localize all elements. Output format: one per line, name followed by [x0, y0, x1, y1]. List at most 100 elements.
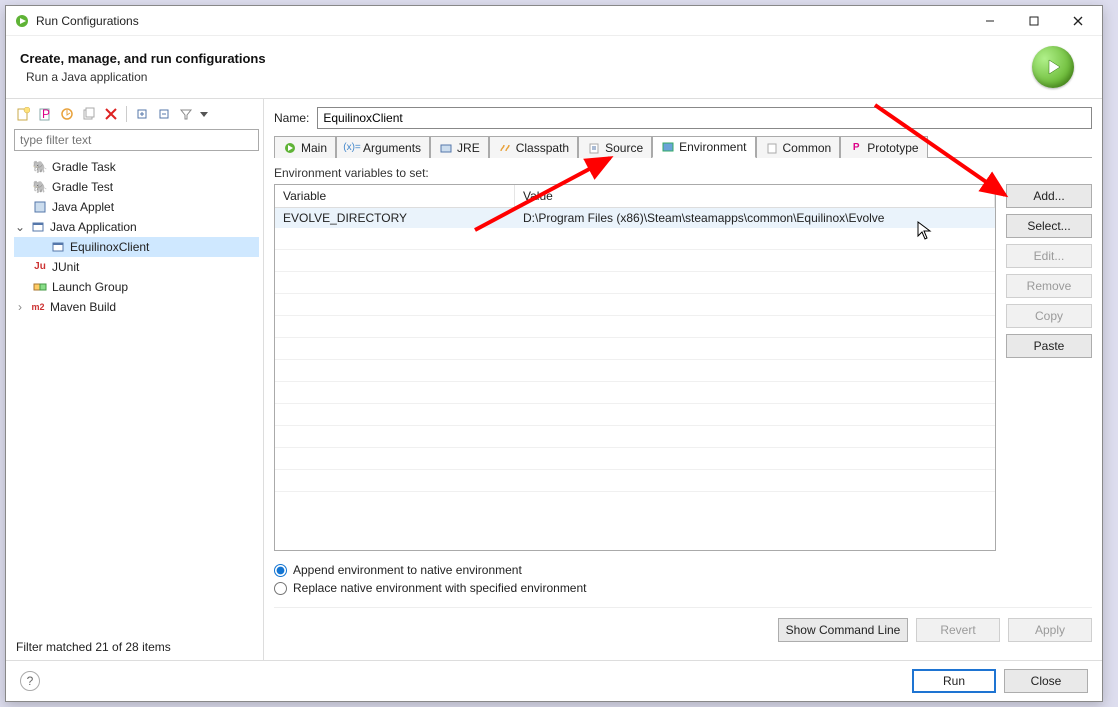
- tree-label: Maven Build: [50, 298, 116, 316]
- env-section-label: Environment variables to set:: [274, 166, 1092, 180]
- filter-dropdown-icon[interactable]: [199, 105, 209, 123]
- env-table[interactable]: Variable Value EVOLVE_DIRECTORY D:\Progr…: [274, 184, 996, 551]
- tab-label: Arguments: [363, 141, 421, 155]
- launch-group-icon: [32, 279, 48, 295]
- duplicate-icon[interactable]: [80, 105, 98, 123]
- dialog-header: Create, manage, and run configurations R…: [6, 36, 1102, 99]
- cell-variable: EVOLVE_DIRECTORY: [275, 208, 515, 228]
- tree-item-java-application[interactable]: ⌄ Java Application: [14, 217, 259, 237]
- tab-label: Source: [605, 141, 643, 155]
- tree-item-java-applet[interactable]: Java Applet: [14, 197, 259, 217]
- select-button[interactable]: Select...: [1006, 214, 1092, 238]
- name-input[interactable]: [317, 107, 1092, 129]
- radio-replace[interactable]: Replace native environment with specifie…: [274, 579, 1092, 597]
- tree-label: Launch Group: [52, 278, 128, 296]
- java-app-icon: [50, 239, 66, 255]
- tab-label: JRE: [457, 141, 480, 155]
- filter-icon[interactable]: [177, 105, 195, 123]
- paste-button[interactable]: Paste: [1006, 334, 1092, 358]
- tab-source[interactable]: Source: [578, 136, 652, 158]
- table-row[interactable]: EVOLVE_DIRECTORY D:\Program Files (x86)\…: [275, 208, 995, 228]
- export-icon[interactable]: [58, 105, 76, 123]
- remove-button[interactable]: Remove: [1006, 274, 1092, 298]
- maximize-button[interactable]: [1012, 6, 1056, 35]
- tree-item-maven[interactable]: ›m2Maven Build: [14, 297, 259, 317]
- radio-append-input[interactable]: [274, 564, 287, 577]
- tab-common[interactable]: Common: [756, 136, 841, 158]
- new-config-icon[interactable]: [14, 105, 32, 123]
- source-icon: [587, 141, 601, 155]
- name-label: Name:: [274, 111, 309, 125]
- show-command-line-button[interactable]: Show Command Line: [778, 618, 908, 642]
- tab-environment[interactable]: Environment: [652, 136, 755, 158]
- new-prototype-icon[interactable]: P: [36, 105, 54, 123]
- gradle-icon: 🐘: [32, 159, 48, 175]
- tab-label: Prototype: [867, 141, 918, 155]
- tree-item-gradle-test[interactable]: 🐘Gradle Test: [14, 177, 259, 197]
- delete-icon[interactable]: [102, 105, 120, 123]
- tree-label: Java Applet: [52, 198, 114, 216]
- separator: [126, 106, 127, 122]
- tree-item-launch-group[interactable]: Launch Group: [14, 277, 259, 297]
- java-app-icon: [30, 219, 46, 235]
- tree-item-equilinox[interactable]: EquilinoxClient: [14, 237, 259, 257]
- filter-status: Filter matched 21 of 28 items: [14, 634, 259, 654]
- svg-text:P: P: [42, 107, 50, 121]
- junit-icon: Ju: [32, 259, 48, 275]
- tab-arguments[interactable]: (x)= Arguments: [336, 136, 430, 158]
- col-header-value[interactable]: Value: [515, 185, 995, 207]
- jre-icon: [439, 141, 453, 155]
- applet-icon: [32, 199, 48, 215]
- maven-icon: m2: [30, 299, 46, 315]
- tab-prototype[interactable]: P Prototype: [840, 136, 927, 158]
- run-config-icon: [14, 13, 30, 29]
- tab-label: Classpath: [516, 141, 569, 155]
- tab-classpath[interactable]: Classpath: [489, 136, 578, 158]
- environment-icon: [661, 140, 675, 154]
- config-tree[interactable]: 🐘Gradle Task 🐘Gradle Test Java Applet ⌄ J…: [14, 155, 259, 634]
- arguments-icon: (x)=: [345, 141, 359, 155]
- run-icon: [283, 141, 297, 155]
- header-title: Create, manage, and run configurations: [20, 51, 1032, 66]
- tab-jre[interactable]: JRE: [430, 136, 489, 158]
- help-button[interactable]: ?: [20, 671, 40, 691]
- radio-label: Append environment to native environment: [293, 563, 522, 577]
- radio-append[interactable]: Append environment to native environment: [274, 561, 1092, 579]
- filter-input[interactable]: [14, 129, 259, 151]
- edit-button[interactable]: Edit...: [1006, 244, 1092, 268]
- run-button[interactable]: Run: [912, 669, 996, 693]
- config-toolbar: P: [14, 103, 259, 127]
- collapse-all-icon[interactable]: [155, 105, 173, 123]
- radio-replace-input[interactable]: [274, 582, 287, 595]
- tab-label: Main: [301, 141, 327, 155]
- close-dialog-button[interactable]: Close: [1004, 669, 1088, 693]
- tab-label: Common: [783, 141, 832, 155]
- tab-label: Environment: [679, 140, 746, 154]
- tree-label: Gradle Test: [52, 178, 113, 196]
- prototype-icon: P: [849, 141, 863, 155]
- window-title: Run Configurations: [36, 14, 968, 28]
- cell-value: D:\Program Files (x86)\Steam\steamapps\c…: [515, 208, 995, 228]
- tree-item-junit[interactable]: JuJUnit: [14, 257, 259, 277]
- classpath-icon: [498, 141, 512, 155]
- tree-label: Gradle Task: [52, 158, 116, 176]
- minimize-button[interactable]: [968, 6, 1012, 35]
- apply-button[interactable]: Apply: [1008, 618, 1092, 642]
- close-button[interactable]: [1056, 6, 1100, 35]
- revert-button[interactable]: Revert: [916, 618, 1000, 642]
- tree-label: Java Application: [50, 218, 137, 236]
- tree-item-gradle-task[interactable]: 🐘Gradle Task: [14, 157, 259, 177]
- gradle-icon: 🐘: [32, 179, 48, 195]
- titlebar[interactable]: Run Configurations: [6, 6, 1102, 36]
- expand-icon[interactable]: ›: [14, 298, 26, 316]
- run-icon: [1032, 46, 1074, 88]
- col-header-variable[interactable]: Variable: [275, 185, 515, 207]
- tab-main[interactable]: Main: [274, 136, 336, 158]
- expand-all-icon[interactable]: [133, 105, 151, 123]
- header-subtitle: Run a Java application: [26, 70, 1032, 84]
- tab-bar: Main (x)=Arguments JRE Classpath Source …: [274, 135, 1092, 158]
- collapse-icon[interactable]: ⌄: [14, 218, 26, 236]
- add-button[interactable]: Add...: [1006, 184, 1092, 208]
- copy-button[interactable]: Copy: [1006, 304, 1092, 328]
- tree-label: JUnit: [52, 258, 79, 276]
